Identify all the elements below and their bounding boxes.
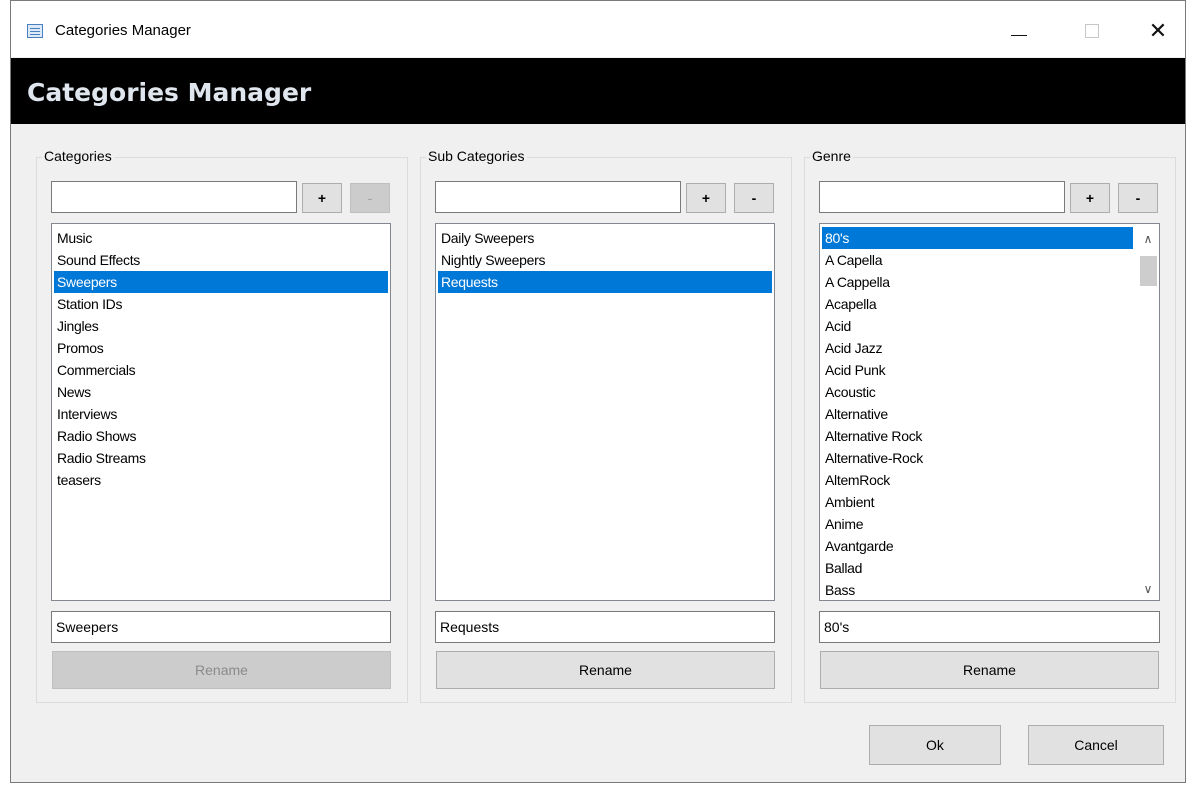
subcategories-remove-button[interactable]: - xyxy=(734,183,774,213)
subcategories-input[interactable] xyxy=(435,181,681,213)
ok-button[interactable]: Ok xyxy=(869,725,1001,765)
list-item[interactable]: Acapella xyxy=(822,293,1133,315)
list-item[interactable]: A Capella xyxy=(822,249,1133,271)
categories-rename-input[interactable] xyxy=(51,611,391,643)
genre-scrollbar[interactable]: ∧ ∨ xyxy=(1137,224,1159,600)
subcategories-list[interactable]: Daily Sweepers Nightly Sweepers Requests xyxy=(435,223,775,601)
list-item[interactable]: teasers xyxy=(54,469,388,491)
list-item[interactable]: News xyxy=(54,381,388,403)
list-item[interactable]: Bass xyxy=(822,579,1133,600)
cancel-button[interactable]: Cancel xyxy=(1028,725,1164,765)
list-item[interactable]: Acid Punk xyxy=(822,359,1133,381)
list-item[interactable]: Promos xyxy=(54,337,388,359)
list-item[interactable]: Nightly Sweepers xyxy=(438,249,772,271)
list-item[interactable]: Interviews xyxy=(54,403,388,425)
list-item[interactable]: Commercials xyxy=(54,359,388,381)
window-title: Categories Manager xyxy=(55,22,191,39)
categories-input[interactable] xyxy=(51,181,297,213)
list-item[interactable]: Alternative-Rock xyxy=(822,447,1133,469)
close-icon: ✕ xyxy=(1148,18,1168,44)
header-title: Categories Manager xyxy=(27,78,312,107)
list-item[interactable]: Acid xyxy=(822,315,1133,337)
genre-list[interactable]: 80's A Capella A Cappella Acapella Acid … xyxy=(819,223,1160,601)
categories-add-button[interactable]: + xyxy=(302,183,342,213)
genre-rename-input[interactable] xyxy=(819,611,1160,643)
genre-group-label: Genre xyxy=(810,148,853,164)
list-item[interactable]: Ambient xyxy=(822,491,1133,513)
list-item[interactable]: Radio Shows xyxy=(54,425,388,447)
categories-manager-window: Categories Manager ✕ Categories Manager … xyxy=(10,0,1186,783)
categories-list[interactable]: Music Sound Effects Sweepers Station IDs… xyxy=(51,223,391,601)
list-item[interactable]: Jingles xyxy=(54,315,388,337)
list-item[interactable]: A Cappella xyxy=(822,271,1133,293)
minimize-icon xyxy=(1011,34,1027,36)
genre-list-items: 80's A Capella A Cappella Acapella Acid … xyxy=(822,227,1133,600)
genre-rename-button[interactable]: Rename xyxy=(820,651,1159,689)
list-item-selected[interactable]: Requests xyxy=(438,271,772,293)
subcategories-rename-input[interactable] xyxy=(435,611,775,643)
list-item[interactable]: Daily Sweepers xyxy=(438,227,772,249)
categories-rename-button[interactable]: Rename xyxy=(52,651,391,689)
scroll-thumb[interactable] xyxy=(1140,256,1157,286)
list-item[interactable]: Music xyxy=(54,227,388,249)
title-bar: Categories Manager ✕ xyxy=(11,1,1185,57)
list-item[interactable]: Station IDs xyxy=(54,293,388,315)
list-item[interactable]: Avantgarde xyxy=(822,535,1133,557)
subcategories-list-items: Daily Sweepers Nightly Sweepers Requests xyxy=(438,227,772,293)
list-item[interactable]: AltemRock xyxy=(822,469,1133,491)
list-item-selected[interactable]: Sweepers xyxy=(54,271,388,293)
maximize-button[interactable] xyxy=(1069,13,1115,49)
list-item[interactable]: Acoustic xyxy=(822,381,1133,403)
categories-group-label: Categories xyxy=(42,148,114,164)
scroll-up-icon[interactable]: ∧ xyxy=(1137,228,1159,250)
list-item[interactable]: Sound Effects xyxy=(54,249,388,271)
app-list-icon xyxy=(27,24,43,38)
subcategories-group-label: Sub Categories xyxy=(426,148,527,164)
subcategories-rename-button[interactable]: Rename xyxy=(436,651,775,689)
list-item[interactable]: Alternative xyxy=(822,403,1133,425)
close-button[interactable]: ✕ xyxy=(1135,13,1181,49)
scroll-down-icon[interactable]: ∨ xyxy=(1137,578,1159,600)
list-item-selected[interactable]: 80's xyxy=(822,227,1133,249)
genre-add-button[interactable]: + xyxy=(1070,183,1110,213)
list-item[interactable]: Radio Streams xyxy=(54,447,388,469)
subcategories-add-button[interactable]: + xyxy=(686,183,726,213)
categories-list-items: Music Sound Effects Sweepers Station IDs… xyxy=(54,227,388,491)
maximize-icon xyxy=(1085,24,1099,38)
categories-remove-button[interactable]: - xyxy=(350,183,390,213)
list-item[interactable]: Anime xyxy=(822,513,1133,535)
list-item[interactable]: Acid Jazz xyxy=(822,337,1133,359)
genre-remove-button[interactable]: - xyxy=(1118,183,1158,213)
genre-input[interactable] xyxy=(819,181,1065,213)
minimize-button[interactable] xyxy=(996,13,1042,49)
list-item[interactable]: Ballad xyxy=(822,557,1133,579)
list-item[interactable]: Alternative Rock xyxy=(822,425,1133,447)
